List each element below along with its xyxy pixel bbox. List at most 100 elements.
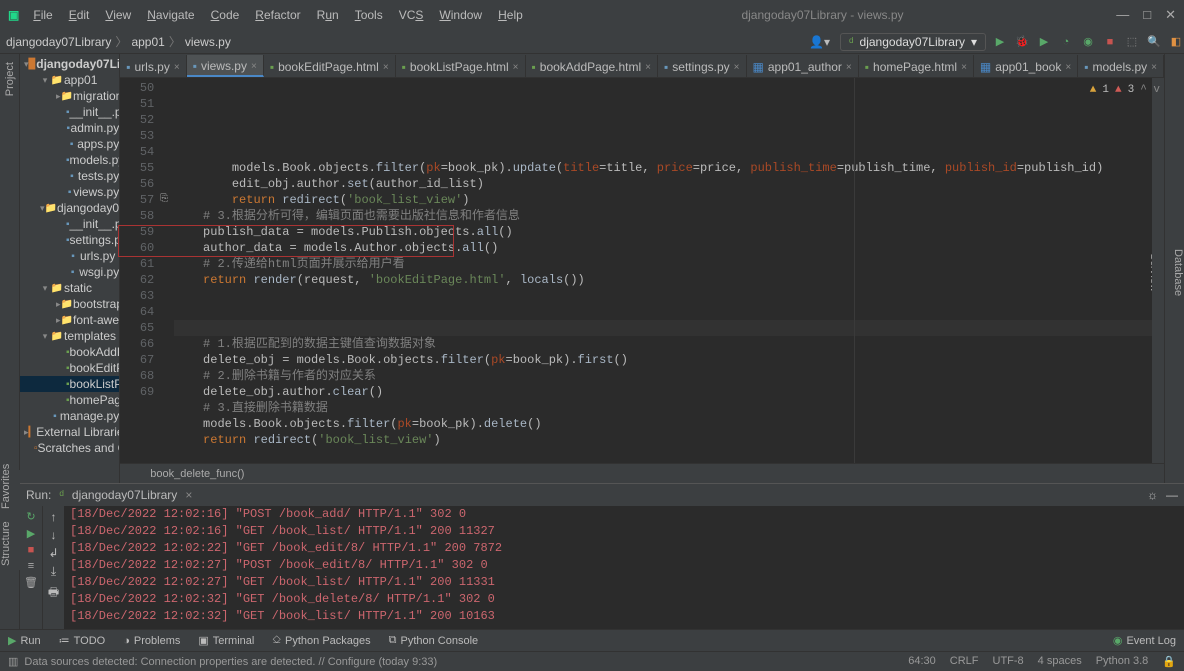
menu-file[interactable]: File: [27, 6, 58, 24]
tree-file[interactable]: ▪settings.py: [20, 232, 119, 248]
close-icon[interactable]: ×: [645, 62, 651, 73]
breadcrumb[interactable]: djangoday07Library 〉 app01 〉 views.py: [6, 33, 231, 50]
concurrency-icon[interactable]: ◉: [1080, 34, 1096, 50]
tree-folder-static[interactable]: ▾📁static: [20, 280, 119, 296]
tab-views[interactable]: ▪views.py×: [187, 55, 264, 77]
gear-icon[interactable]: ☼: [1147, 488, 1158, 502]
sidebar-favorites-label[interactable]: Favorites: [0, 464, 20, 509]
tree-root[interactable]: ▾▉djangoday07Library F:\A: [20, 56, 119, 72]
vcs-icon[interactable]: ⬚: [1124, 34, 1140, 50]
search-icon[interactable]: 🔍: [1146, 34, 1162, 50]
run-toolwindow-button[interactable]: ▶Run: [8, 634, 41, 647]
tree-file[interactable]: ▪wsgi.py: [20, 264, 119, 280]
bottom-toolbar[interactable]: ▶Run ≔TODO ◑Problems ▣Terminal ⎐Python P…: [0, 629, 1184, 651]
close-icon[interactable]: ×: [251, 61, 257, 72]
problems-button[interactable]: ◑Problems: [123, 635, 180, 647]
status-message[interactable]: Data sources detected: Connection proper…: [24, 656, 437, 668]
tree-file[interactable]: ▪homePage.html: [20, 392, 119, 408]
wrap-icon[interactable]: ↲: [48, 546, 58, 560]
tree-file[interactable]: ▪models.py: [20, 152, 119, 168]
tab-bookadd[interactable]: ▪bookAddPage.html×: [526, 55, 659, 77]
sidebar-structure-label[interactable]: Structure: [0, 521, 20, 566]
todo-button[interactable]: ≔TODO: [59, 634, 106, 647]
close-icon[interactable]: ×: [1151, 62, 1157, 73]
run-icon[interactable]: ▶: [992, 34, 1008, 50]
tab-booklist[interactable]: ▪bookListPage.html×: [396, 55, 526, 77]
profile-icon[interactable]: ◔: [1058, 34, 1074, 50]
menu-help[interactable]: Help: [492, 6, 529, 24]
menu-tools[interactable]: Tools: [349, 6, 389, 24]
console-output[interactable]: [18/Dec/2022 12:02:16] "POST /book_add/ …: [64, 506, 1184, 629]
line-ending[interactable]: CRLF: [950, 655, 979, 668]
colors-icon[interactable]: ◧: [1168, 34, 1184, 50]
tree-folder-proj[interactable]: ▾📁djangoday07Library: [20, 200, 119, 216]
tree-file[interactable]: ▪__init__.py: [20, 104, 119, 120]
close-icon[interactable]: ×: [1065, 62, 1071, 73]
menu-vcs[interactable]: VCS: [393, 6, 430, 24]
tree-file-selected[interactable]: ▪bookListPage.html: [20, 376, 119, 392]
breadcrumb-item[interactable]: views.py: [185, 35, 231, 49]
breadcrumb-item[interactable]: app01: [131, 35, 164, 49]
tab-models[interactable]: ▪models.py×: [1078, 55, 1164, 77]
run-controls-2[interactable]: ↑ ↓ ↲ ⤓ 🖶: [42, 506, 64, 629]
close-icon[interactable]: ×: [961, 62, 967, 73]
lock-icon[interactable]: 🔒: [1162, 655, 1176, 668]
cursor-position[interactable]: 64:30: [908, 655, 936, 668]
run-panel-header[interactable]: Run: ᵈ djangoday07Library × ☼ —: [20, 484, 1184, 506]
interpreter[interactable]: Python 3.8: [1096, 655, 1149, 668]
menu-navigate[interactable]: Navigate: [141, 6, 200, 24]
tree-file[interactable]: ▪bookEditPage.html: [20, 360, 119, 376]
run-icon[interactable]: ▶: [27, 527, 35, 540]
project-tree[interactable]: ▾▉djangoday07Library F:\A ▾📁app01 ▸📁migr…: [20, 54, 120, 483]
tree-item[interactable]: ▸📁bootstrap-3.4.1-dis: [20, 296, 119, 312]
tree-file[interactable]: ▪tests.py: [20, 168, 119, 184]
tree-file[interactable]: ▪manage.py: [20, 408, 119, 424]
tree-file[interactable]: ▪bookAddPage.html: [20, 344, 119, 360]
code-content[interactable]: models.Book.objects.filter(pk=book_pk).u…: [174, 78, 1152, 463]
encoding[interactable]: UTF-8: [993, 655, 1024, 668]
coverage-icon[interactable]: ▶: [1036, 34, 1052, 50]
indent[interactable]: 4 spaces: [1038, 655, 1082, 668]
editor-tabs[interactable]: ▪urls.py× ▪views.py× ▪bookEditPage.html×…: [120, 54, 1164, 78]
user-icon[interactable]: 👤▾: [809, 35, 830, 49]
menu-refactor[interactable]: Refactor: [249, 6, 306, 24]
right-toolwindow-bar[interactable]: Database SciView: [1164, 54, 1184, 483]
tree-file[interactable]: ▪urls.py: [20, 248, 119, 264]
close-icon[interactable]: ×: [734, 62, 740, 73]
tree-file[interactable]: ▪apps.py: [20, 136, 119, 152]
run-config-selector[interactable]: ᵈ djangoday07Library ▾: [840, 33, 986, 51]
close-icon[interactable]: ×: [185, 488, 192, 502]
menu-view[interactable]: View: [99, 6, 137, 24]
left-toolwindow-bar-2[interactable]: Structure Favorites: [0, 470, 20, 570]
menu-edit[interactable]: Edit: [63, 6, 96, 24]
terminal-button[interactable]: ▣Terminal: [198, 634, 254, 647]
tree-file[interactable]: ▪admin.py: [20, 120, 119, 136]
line-gutter[interactable]: 5051525354555657585960616263646566676869: [120, 78, 160, 463]
close-icon[interactable]: ×: [174, 62, 180, 73]
tab-author[interactable]: ▦app01_author×: [747, 55, 859, 77]
rerun-icon[interactable]: ↻: [26, 510, 35, 523]
tab-book[interactable]: ▦app01_book×: [974, 55, 1078, 77]
gutter-icons[interactable]: ⎘: [160, 78, 174, 463]
minimize-icon[interactable]: —: [1166, 488, 1178, 502]
tab-urls[interactable]: ▪urls.py×: [120, 55, 186, 77]
tree-folder-migrations[interactable]: ▸📁migrations: [20, 88, 119, 104]
code-editor[interactable]: ▲1 ▲3 ^ v 505152535455565758596061626364…: [120, 78, 1164, 463]
stop-icon[interactable]: ■: [1102, 34, 1118, 50]
close-icon[interactable]: ×: [383, 62, 389, 73]
sidebar-database-label[interactable]: Database: [1172, 249, 1184, 296]
menu-code[interactable]: Code: [205, 6, 246, 24]
trash-icon[interactable]: 🗑: [24, 576, 38, 589]
tree-folder-templates[interactable]: ▾📁templates: [20, 328, 119, 344]
print-icon[interactable]: 🖶: [48, 583, 59, 604]
sidebar-project-label[interactable]: Project: [4, 62, 16, 96]
tree-folder-app01[interactable]: ▾📁app01: [20, 72, 119, 88]
main-menu[interactable]: File Edit View Navigate Code Refactor Ru…: [27, 6, 528, 24]
close-icon[interactable]: ×: [513, 62, 519, 73]
scroll-icon[interactable]: ⤓: [51, 564, 56, 579]
menu-window[interactable]: Window: [433, 6, 488, 24]
stop-icon[interactable]: ■: [28, 544, 35, 556]
tree-scratches[interactable]: ▫Scratches and Consoles: [20, 440, 119, 456]
breadcrumb-item[interactable]: djangoday07Library: [6, 35, 111, 49]
tree-file[interactable]: ▪views.py: [20, 184, 119, 200]
